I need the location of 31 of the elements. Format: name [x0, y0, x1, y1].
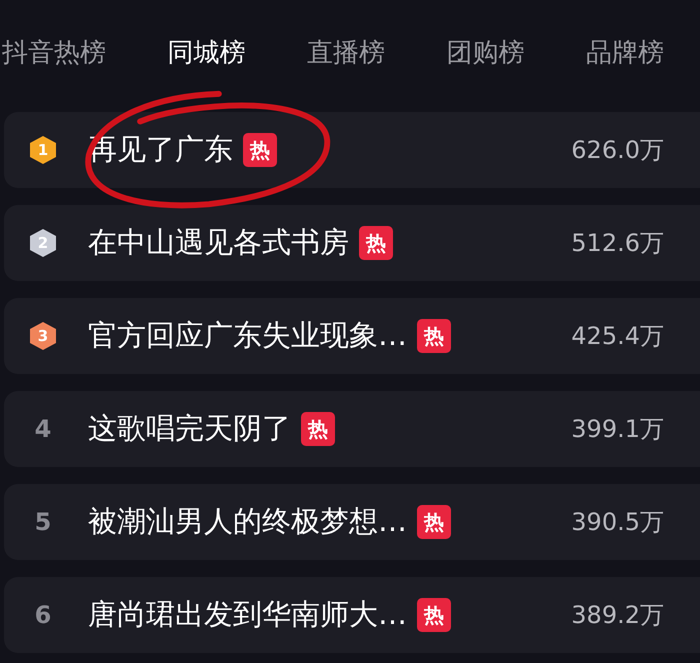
hot-tag: 热: [359, 226, 393, 260]
hot-tag: 热: [417, 319, 451, 353]
tab[interactable]: 品牌榜: [586, 32, 664, 72]
rank-badge: 1: [30, 136, 56, 164]
tab[interactable]: 直播榜: [307, 32, 385, 72]
view-count: 512.6万: [570, 228, 664, 259]
rank-number: 6: [34, 601, 52, 629]
hot-tag: 热: [417, 505, 451, 539]
hot-tag: 热: [417, 598, 451, 632]
tab[interactable]: 抖音热榜: [2, 32, 106, 72]
view-count: 389.2万: [570, 600, 664, 631]
hot-tag: 热: [243, 133, 277, 167]
tab[interactable]: 团购榜: [446, 32, 524, 72]
ranking-row[interactable]: 4 这歌唱完天阴了 热 399.1万: [4, 391, 700, 467]
rank-number: 4: [34, 415, 52, 443]
hot-tag: 热: [301, 412, 335, 446]
ranking-row[interactable]: 3 官方回应广东失业现象… 热 425.4万: [4, 298, 700, 374]
view-count: 390.5万: [570, 507, 664, 538]
tab[interactable]: 同城榜: [168, 32, 246, 72]
view-count: 626.0万: [570, 135, 664, 166]
ranking-row[interactable]: 5 被潮汕男人的终极梦想… 热 390.5万: [4, 484, 700, 560]
topic-title: 官方回应广东失业现象…: [88, 317, 407, 354]
topic-title: 唐尚珺出发到华南师大…: [88, 596, 407, 633]
view-count: 425.4万: [570, 321, 664, 352]
rank-badge: 3: [30, 322, 56, 350]
ranking-row[interactable]: 6 唐尚珺出发到华南师大… 热 389.2万: [4, 577, 700, 653]
view-count: 399.1万: [570, 414, 664, 445]
topic-title: 这歌唱完天阴了: [88, 410, 291, 447]
topic-title: 在中山遇见各式书房: [88, 224, 349, 261]
rank-number: 5: [34, 508, 52, 536]
topic-title: 被潮汕男人的终极梦想…: [88, 503, 407, 540]
